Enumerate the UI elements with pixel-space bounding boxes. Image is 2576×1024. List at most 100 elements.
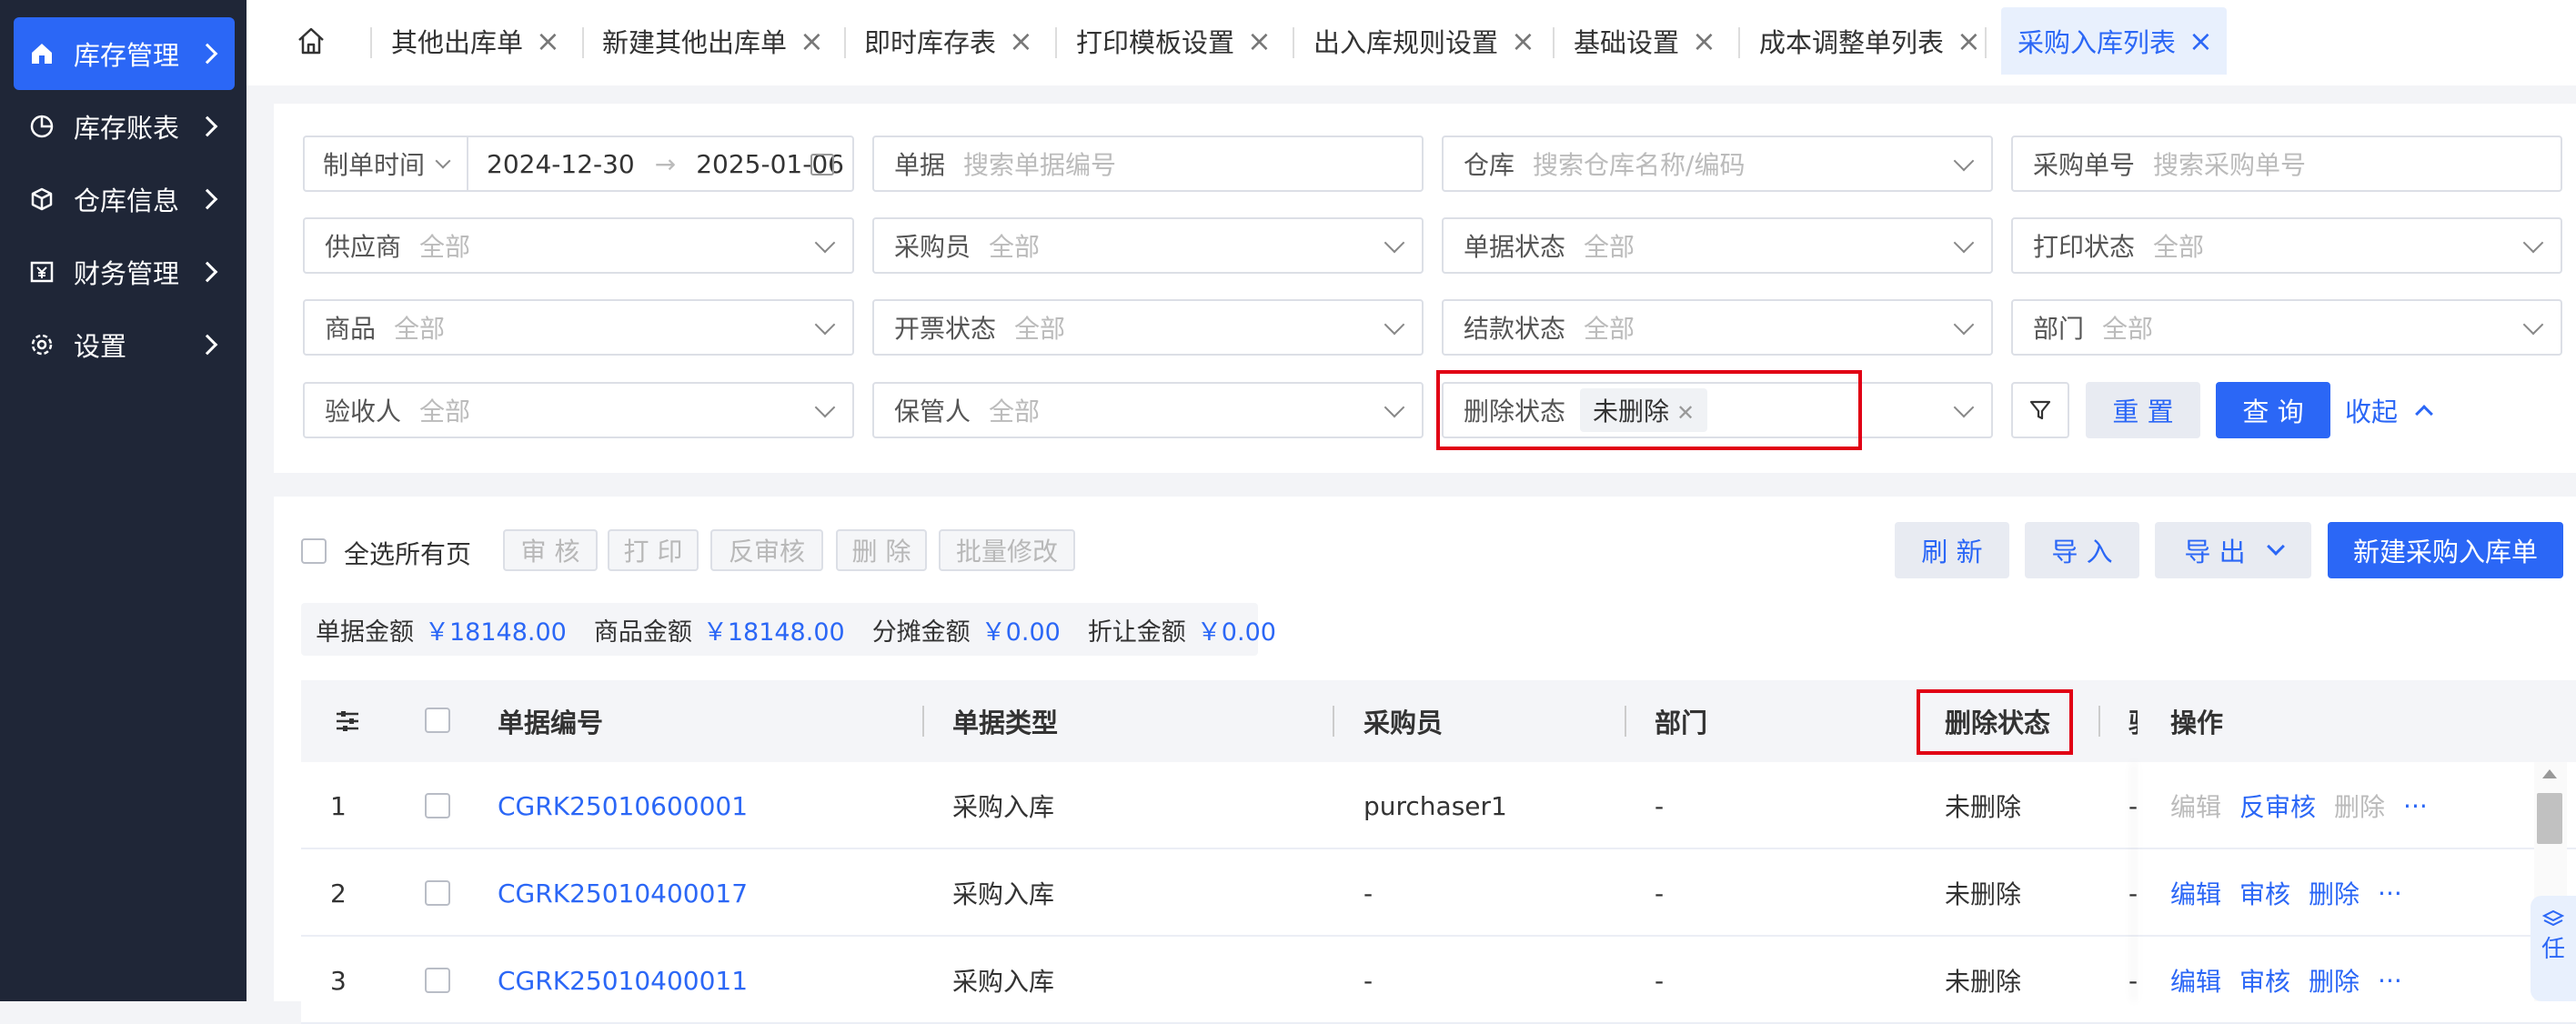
column-partial[interactable]: 验	[2128, 680, 2138, 762]
sidebar-item-warehouse-info[interactable]: 仓库信息	[14, 163, 235, 236]
dept-select[interactable]: 部门 全部	[2011, 299, 2562, 356]
print-status-select[interactable]: 打印状态 全部	[2011, 217, 2562, 274]
import-button[interactable]: 导 入	[2025, 522, 2139, 578]
edit-action[interactable]: 编辑	[2170, 788, 2221, 824]
home-tab-icon[interactable]	[296, 25, 327, 60]
close-icon[interactable]: ×	[1247, 26, 1272, 55]
delete-button[interactable]: 删 除	[836, 529, 927, 571]
print-button[interactable]: 打 印	[608, 529, 699, 571]
header-checkbox[interactable]	[425, 708, 450, 733]
field-label: 采购单号	[2033, 150, 2136, 180]
column-buyer[interactable]: 采购员	[1363, 680, 1443, 762]
table-row[interactable]: 3 CGRK25010400011 采购入库 - - 未删除 - 编辑 审核 删…	[301, 937, 2576, 1024]
layers-icon	[2542, 909, 2564, 927]
doc-no-link[interactable]: CGRK25010400017	[498, 849, 748, 937]
more-actions-icon[interactable]: ···	[2403, 791, 2428, 821]
date-range-filter[interactable]: 制单时间 2024-12-30 → 2025-01-06	[303, 136, 854, 192]
keeper-select[interactable]: 保管人 全部	[872, 382, 1424, 438]
row-checkbox[interactable]	[425, 968, 450, 993]
approve-button[interactable]: 审 核	[503, 529, 598, 571]
po-number-field[interactable]: 采购单号 搜索采购单号	[2011, 136, 2562, 192]
batch-edit-button[interactable]: 批量修改	[939, 529, 1075, 571]
supplier-select[interactable]: 供应商 全部	[303, 217, 854, 274]
sidebar-item-finance[interactable]: 财务管理	[14, 236, 235, 308]
close-icon[interactable]: ×	[1692, 26, 1716, 55]
close-icon[interactable]: ×	[2189, 26, 2213, 55]
create-inbound-button[interactable]: 新建采购入库单	[2328, 522, 2563, 578]
column-doc-type[interactable]: 单据类型	[952, 680, 1058, 762]
column-settings-icon[interactable]	[334, 680, 361, 762]
unapprove-button[interactable]: 反审核	[710, 529, 823, 571]
tab-basic-settings[interactable]: 基础设置 ×	[1574, 7, 1716, 75]
query-button[interactable]: 查 询	[2216, 382, 2330, 438]
doc-no-link[interactable]: CGRK25010600001	[498, 762, 748, 849]
row-checkbox[interactable]	[425, 880, 450, 906]
sidebar-item-settings[interactable]: 设置	[14, 308, 235, 381]
close-icon[interactable]: ×	[1009, 26, 1033, 55]
tab-cost-adjustment[interactable]: 成本调整单列表 ×	[1759, 7, 1981, 75]
tab-label: 新建其他出库单	[602, 27, 788, 58]
sidebar-item-inventory[interactable]: 库存管理	[14, 17, 235, 90]
chevron-right-icon	[196, 188, 218, 210]
settle-status-select[interactable]: 结款状态 全部	[1442, 299, 1993, 356]
delete-action[interactable]: 删除	[2309, 962, 2360, 999]
warehouse-select[interactable]: 仓库 搜索仓库名称/编码	[1442, 136, 1993, 192]
column-doc-no[interactable]: 单据编号	[498, 680, 603, 762]
calendar-icon[interactable]	[810, 154, 834, 176]
collapse-toggle[interactable]: 收起	[2345, 382, 2433, 438]
scrollbar-thumb[interactable]	[2537, 793, 2562, 844]
buyer-select[interactable]: 采购员 全部	[872, 217, 1424, 274]
field-placeholder: 搜索采购单号	[2153, 150, 2307, 180]
gear-icon	[28, 331, 55, 358]
tab-realtime-stock[interactable]: 即时库存表 ×	[864, 7, 1033, 75]
doc-search-field[interactable]: 单据 搜索单据编号	[872, 136, 1424, 192]
close-icon[interactable]: ×	[1511, 26, 1535, 55]
close-icon[interactable]: ×	[536, 26, 560, 55]
chevron-right-icon	[196, 334, 218, 356]
floating-task-button[interactable]: 任	[2531, 896, 2576, 1001]
inspector-select[interactable]: 验收人 全部	[303, 382, 854, 438]
column-dept[interactable]: 部门	[1655, 680, 1707, 762]
sidebar: 库存管理 库存账表 仓库信息 财务管理 设置	[0, 0, 247, 1001]
more-actions-icon[interactable]: ···	[2378, 966, 2402, 996]
delete-action[interactable]: 删除	[2309, 875, 2360, 911]
edit-action[interactable]: 编辑	[2170, 962, 2221, 999]
goods-select[interactable]: 商品 全部	[303, 299, 854, 356]
approve-action[interactable]: 审核	[2239, 875, 2290, 911]
tab-new-other-outbound[interactable]: 新建其他出库单 ×	[602, 7, 824, 75]
tab-io-rules[interactable]: 出入库规则设置 ×	[1313, 7, 1535, 75]
refresh-button[interactable]: 刷 新	[1895, 522, 2009, 578]
invoice-status-select[interactable]: 开票状态 全部	[872, 299, 1424, 356]
tab-print-template[interactable]: 打印模板设置 ×	[1076, 7, 1272, 75]
doc-no-link[interactable]: CGRK25010400011	[498, 937, 748, 1024]
doc-status-select[interactable]: 单据状态 全部	[1442, 217, 1993, 274]
chevron-down-icon	[1384, 232, 1405, 254]
table-row[interactable]: 2 CGRK25010400017 采购入库 - - 未删除 - 编辑 审核 删…	[301, 849, 2576, 937]
reset-button[interactable]: 重 置	[2086, 382, 2200, 438]
export-dropdown[interactable]: 导 出	[2155, 522, 2311, 578]
filter-settings-button[interactable]	[2011, 382, 2069, 438]
field-label: 结款状态	[1464, 314, 1566, 344]
chevron-down-icon	[1953, 314, 1975, 336]
unapprove-action[interactable]: 反审核	[2239, 788, 2316, 824]
field-label: 单据状态	[1464, 232, 1566, 262]
row-checkbox[interactable]	[425, 793, 450, 818]
column-ops: 操作	[2170, 708, 2224, 738]
sidebar-item-inventory-reports[interactable]: 库存账表	[14, 90, 235, 163]
doc-amount-label: 单据金额	[316, 617, 414, 647]
more-actions-icon[interactable]: ···	[2378, 878, 2402, 909]
delete-action[interactable]: 删除	[2334, 788, 2385, 824]
tab-other-outbound[interactable]: 其他出库单 ×	[391, 7, 560, 75]
select-all-checkbox[interactable]	[301, 538, 327, 564]
edit-action[interactable]: 编辑	[2170, 875, 2221, 911]
close-icon[interactable]: ×	[800, 26, 824, 55]
table-row[interactable]: 1 CGRK25010600001 采购入库 purchaser1 - 未删除 …	[301, 762, 2576, 849]
row-index: 2	[330, 878, 347, 909]
approve-action[interactable]: 审核	[2239, 962, 2290, 999]
date-start-input[interactable]: 2024-12-30	[487, 149, 635, 179]
sidebar-item-label: 仓库信息	[74, 186, 180, 216]
date-type-select[interactable]: 制单时间	[305, 137, 469, 190]
close-icon[interactable]: ×	[1957, 26, 1981, 55]
scroll-up-arrow-icon[interactable]	[2542, 769, 2557, 778]
tab-purchase-inbound-list[interactable]: 采购入库列表 ×	[2001, 7, 2227, 75]
